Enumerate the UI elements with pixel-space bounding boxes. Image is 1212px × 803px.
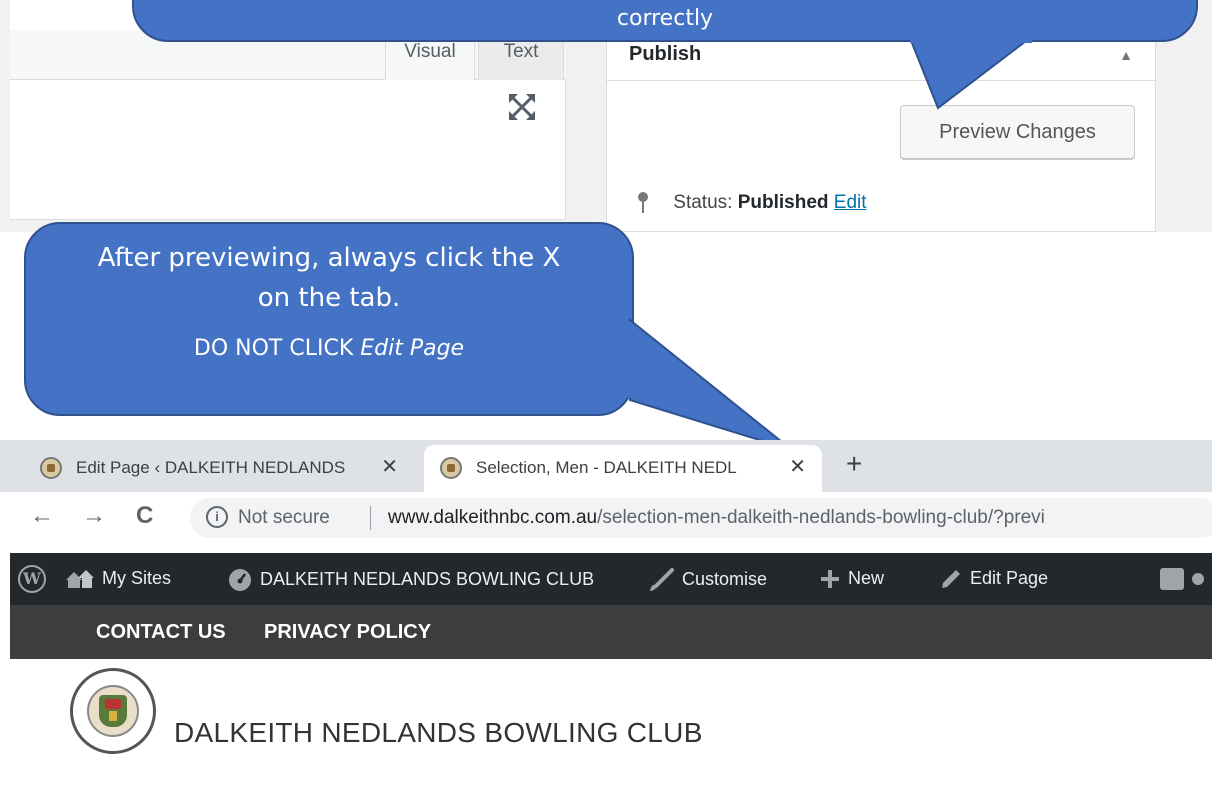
admin-bar-site-name[interactable]: DALKEITH NEDLANDS BOWLING CLUB xyxy=(228,553,594,605)
callout-left-line1: After previewing, always click the X on … xyxy=(26,238,632,318)
url-path: /selection-men-dalkeith-nedlands-bowling… xyxy=(597,507,1045,528)
url-host: www.dalkeithnbc.com.au xyxy=(388,507,598,528)
admin-bar-label: My Sites xyxy=(102,568,172,588)
club-logo[interactable] xyxy=(70,668,156,754)
callout-top: correctly xyxy=(132,0,1198,42)
tab-title: Edit Page ‹ DALKEITH NEDLANDS xyxy=(76,458,346,477)
admin-bar-label: Customise xyxy=(682,568,768,589)
status-edit-link[interactable]: Edit xyxy=(834,192,867,213)
security-status[interactable]: Not secure xyxy=(238,507,330,529)
status-row: Status: Published Edit xyxy=(636,192,867,214)
wordpress-logo-icon[interactable]: W xyxy=(18,565,46,593)
yoast-seo-icon[interactable] xyxy=(1160,568,1184,590)
paintbrush-icon xyxy=(650,568,674,591)
dashboard-gauge-icon xyxy=(229,569,251,591)
status-value: Published xyxy=(737,192,829,214)
browser-tab-selection-men[interactable]: Selection, Men - DALKEITH NEDL ✕ xyxy=(424,445,822,492)
callout-top-text: correctly xyxy=(616,6,714,31)
status-label: Status: xyxy=(673,192,733,214)
admin-bar-label: New xyxy=(848,568,885,588)
club-favicon-icon xyxy=(440,457,462,479)
url-text[interactable]: www.dalkeithnbc.com.au/selection-men-dal… xyxy=(388,507,1045,529)
tab-close-icon[interactable]: ✕ xyxy=(789,454,806,479)
browser-tab-edit-page[interactable]: Edit Page ‹ DALKEITH NEDLANDS ✕ xyxy=(24,445,414,492)
callout-left-pointer xyxy=(620,317,793,451)
admin-bar-my-sites[interactable]: My Sites xyxy=(66,553,171,605)
callout-left-line2b: Edit Page xyxy=(360,336,465,361)
collapse-caret-icon[interactable]: ▲ xyxy=(1119,47,1133,63)
nav-contact-us[interactable]: CONTACT US xyxy=(96,621,226,644)
site-top-nav: CONTACT US PRIVACY POLICY xyxy=(10,605,1212,659)
club-favicon-icon xyxy=(40,457,62,479)
houses-icon xyxy=(66,570,94,589)
back-arrow-icon[interactable]: ← xyxy=(30,502,54,530)
admin-bar-edit-page[interactable]: Edit Page xyxy=(940,553,1048,605)
pin-icon xyxy=(636,192,650,214)
plus-icon xyxy=(821,570,839,589)
admin-bar-label: Edit Page xyxy=(970,568,1049,588)
new-tab-icon[interactable]: + xyxy=(846,448,862,480)
info-icon[interactable]: i xyxy=(206,506,228,528)
address-bar[interactable]: i Not secure www.dalkeithnbc.com.au/sele… xyxy=(190,498,1212,538)
callout-left-line2: DO NOT CLICK Edit Page xyxy=(26,332,632,366)
tab-close-icon[interactable]: ✕ xyxy=(381,454,398,479)
pencil-icon xyxy=(942,570,960,589)
seo-status-dot-icon xyxy=(1192,573,1204,585)
site-title[interactable]: DALKEITH NEDLANDS BOWLING CLUB xyxy=(174,717,703,749)
publish-title: Publish xyxy=(629,43,702,65)
admin-bar-label: DALKEITH NEDLANDS BOWLING CLUB xyxy=(260,568,595,589)
nav-privacy-policy[interactable]: PRIVACY POLICY xyxy=(264,621,431,644)
callout-top-pointer xyxy=(908,38,1032,110)
callout-left: After previewing, always click the X on … xyxy=(24,222,634,416)
address-separator xyxy=(370,506,371,530)
tab-title: Selection, Men - DALKEITH NEDL xyxy=(476,458,737,477)
callout-left-line1b: on the tab. xyxy=(257,283,401,313)
admin-bar-new[interactable]: New xyxy=(820,553,884,605)
reload-icon[interactable]: C xyxy=(136,502,153,530)
wp-admin-bar: W My Sites DALKEITH NEDLANDS BOWLING CLU… xyxy=(10,553,1212,605)
preview-changes-button[interactable]: Preview Changes xyxy=(900,105,1135,159)
callout-left-line1a: After previewing, always click the X xyxy=(97,243,561,273)
forward-arrow-icon[interactable]: → xyxy=(82,502,106,530)
fullscreen-icon[interactable] xyxy=(507,92,537,122)
callout-left-line2a: DO NOT CLICK xyxy=(193,336,361,361)
admin-bar-customise[interactable]: Customise xyxy=(648,553,767,605)
club-crest-icon xyxy=(99,695,127,727)
